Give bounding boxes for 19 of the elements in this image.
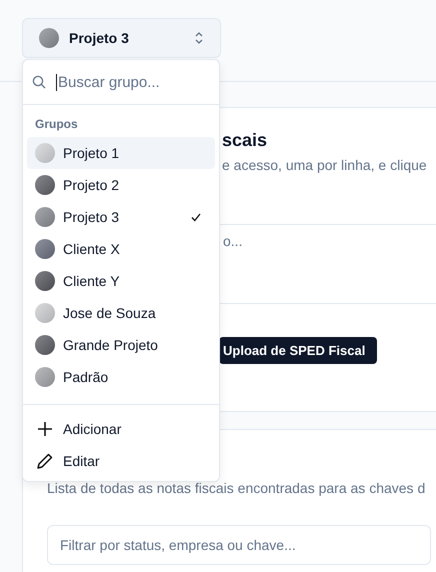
add-item[interactable]: Adicionar (27, 413, 215, 445)
card-description: e acesso, uma por linha, e clique (222, 157, 428, 173)
card-title: scais (222, 130, 268, 151)
group-item[interactable]: Cliente Y (27, 265, 215, 297)
group-item[interactable]: Projeto 2 (27, 169, 215, 201)
group-item[interactable]: Padrão (27, 361, 215, 393)
search-icon (32, 75, 46, 89)
plus-icon (37, 421, 53, 437)
filter-field[interactable]: Filtrar por status, empresa ou chave... (47, 525, 431, 565)
card-description: Lista de todas as notas fiscais encontradas para as chaves d (47, 480, 426, 496)
group-selector[interactable]: Projeto 3 (22, 18, 221, 58)
pencil-icon (37, 453, 53, 469)
group-item[interactable]: Grande Projeto (27, 329, 215, 361)
group-item[interactable]: Cliente X (27, 233, 215, 265)
section-label: Grupos (34, 116, 79, 133)
group-item[interactable]: Projeto 1 (27, 137, 215, 169)
edit-item[interactable]: Editar (27, 445, 215, 477)
chevron-icon (194, 31, 204, 45)
upload-button[interactable]: Upload de SPED Fiscal (219, 337, 378, 364)
